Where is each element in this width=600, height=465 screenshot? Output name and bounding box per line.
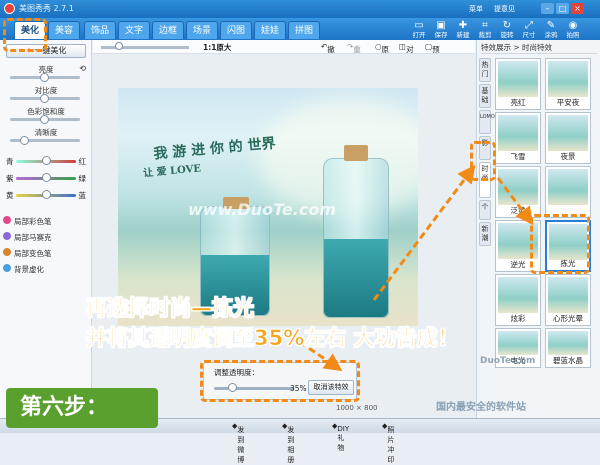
- step-label: 第六步：: [6, 388, 158, 428]
- arrow-to-pick-light: [496, 177, 534, 226]
- instruction-line-2: 并将其透明度调至35%左右 大功告成！: [86, 326, 459, 351]
- arrow-to-fashion-tab: [372, 164, 476, 301]
- annotation-arrows: [299, 164, 534, 372]
- instruction-line-1: 再选择时尚—拣光: [86, 296, 255, 321]
